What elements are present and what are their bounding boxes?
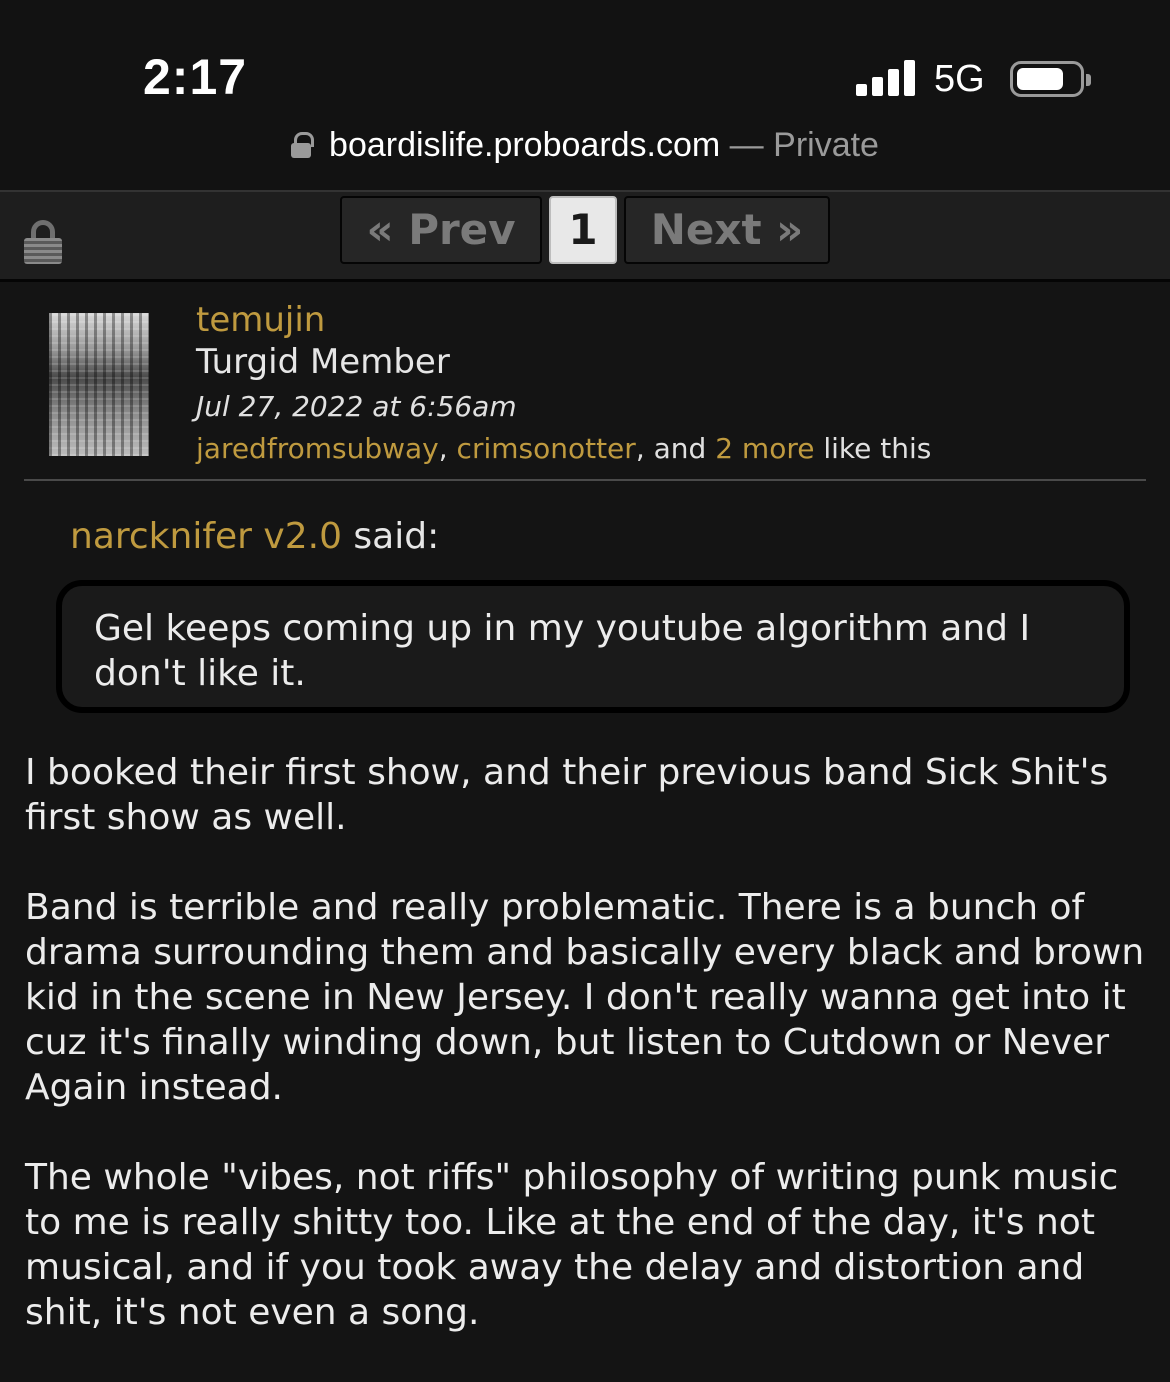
pagination-bar: « Prev 1 Next » — [0, 190, 1170, 282]
likes-line: jaredfromsubway, crimsonotter, and 2 mor… — [196, 432, 931, 465]
prev-page-button[interactable]: « Prev — [340, 196, 542, 264]
current-page-button[interactable]: 1 — [549, 196, 617, 264]
post-paragraph: Band is terrible and really problematic.… — [25, 887, 1145, 1108]
browser-chrome: 2:17 5G boardislife.proboards.com — Priv… — [0, 0, 1170, 190]
like-user-link[interactable]: crimsonotter — [457, 432, 636, 465]
likes-separator: , and — [635, 432, 716, 465]
post-body: I booked their first show, and their pre… — [25, 750, 1155, 1380]
network-type: 5G — [934, 58, 985, 100]
lock-icon — [291, 132, 315, 158]
likes-separator: , — [438, 432, 457, 465]
like-user-link[interactable]: jaredfromsubway — [196, 432, 439, 465]
url-separator: — — [720, 126, 774, 164]
said-label: said: — [341, 516, 440, 557]
post-divider — [24, 479, 1146, 481]
status-time: 2:17 — [143, 49, 248, 105]
avatar[interactable] — [49, 313, 149, 456]
battery-icon — [1010, 61, 1091, 97]
user-rank: Turgid Member — [196, 342, 450, 382]
post-paragraph: I booked their first show, and their pre… — [25, 752, 1109, 838]
quote-author-link[interactable]: narcknifer v2.0 — [70, 516, 342, 557]
post-date[interactable]: Jul 27, 2022 at 6:56am — [196, 390, 517, 423]
quote-box: Gel keeps coming up in my youtube algori… — [56, 580, 1130, 713]
url-domain: boardislife.proboards.com — [329, 126, 721, 164]
signal-icon — [856, 60, 916, 96]
private-label: Private — [773, 126, 879, 164]
likes-suffix: like this — [814, 432, 932, 465]
post-username[interactable]: temujin — [196, 300, 325, 340]
padlock-icon — [24, 220, 62, 266]
likes-more-link[interactable]: 2 more — [715, 432, 814, 465]
url-bar[interactable]: boardislife.proboards.com — Private — [0, 126, 1170, 165]
post-paragraph: The whole "vibes, not riffs" philosophy … — [25, 1157, 1119, 1333]
quote-header: narcknifer v2.0 said: — [70, 516, 439, 557]
next-page-button[interactable]: Next » — [624, 196, 830, 264]
